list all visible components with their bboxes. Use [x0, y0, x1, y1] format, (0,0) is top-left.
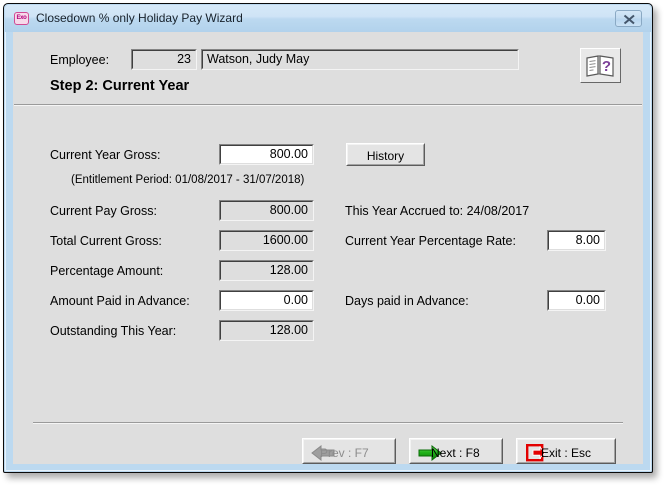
help-book-icon: ? [586, 55, 614, 77]
accrued-to-line: This Year Accrued to: 24/08/2017 [345, 204, 530, 218]
exo-app-icon: Exo [14, 12, 29, 25]
window-titlebar[interactable]: Exo Closedown % only Holiday Pay Wizard [5, 5, 651, 32]
wizard-client-area: Employee: 23 Watson, Judy May ? Step 2: … [13, 32, 643, 464]
current-pay-gross-field[interactable] [219, 200, 314, 221]
next-button[interactable]: Next : F8 [409, 438, 503, 464]
amount-paid-in-advance-label: Amount Paid in Advance: [50, 294, 190, 308]
percentage-amount-label: Percentage Amount: [50, 264, 164, 278]
outstanding-this-year-label: Outstanding This Year: [50, 324, 177, 338]
prev-button[interactable]: Prev : F7 [302, 438, 396, 464]
outstanding-this-year-field[interactable] [219, 320, 314, 341]
prev-button-label: Prev : F7 [320, 446, 369, 460]
next-button-label: Next : F8 [431, 446, 480, 460]
percentage-amount-field[interactable] [219, 260, 314, 281]
percentage-amount-value[interactable] [221, 262, 308, 279]
employee-code-value[interactable] [133, 51, 191, 68]
current-year-gross-value[interactable] [221, 146, 308, 163]
days-paid-in-advance-field[interactable] [547, 290, 606, 311]
current-pay-gross-label: Current Pay Gross: [50, 204, 157, 218]
svg-text:?: ? [602, 58, 611, 75]
current-year-percentage-rate-label: Current Year Percentage Rate: [345, 234, 516, 248]
amount-paid-in-advance-field[interactable] [219, 290, 314, 311]
close-icon [623, 14, 635, 25]
employee-name-field[interactable] [201, 49, 519, 70]
wizard-window: Exo Closedown % only Holiday Pay Wizard … [3, 3, 653, 473]
exit-button[interactable]: Exit : Esc [516, 438, 616, 464]
entitlement-period-note: (Entitlement Period: 01/08/2017 - 31/07/… [71, 174, 305, 186]
window-title: Closedown % only Holiday Pay Wizard [36, 11, 243, 25]
days-paid-in-advance-label: Days paid in Advance: [345, 294, 469, 308]
close-button[interactable] [615, 10, 642, 27]
total-current-gross-value[interactable] [221, 232, 308, 249]
current-year-gross-field[interactable] [219, 144, 314, 165]
current-year-percentage-rate-field[interactable] [547, 230, 606, 251]
exo-app-icon-text: Exo [16, 15, 27, 21]
employee-label: Employee: [50, 53, 110, 67]
exit-button-label: Exit : Esc [541, 446, 592, 460]
employee-code-field[interactable] [131, 49, 197, 70]
total-current-gross-field[interactable] [219, 230, 314, 251]
step-heading: Step 2: Current Year [50, 78, 190, 94]
current-year-gross-label: Current Year Gross: [50, 148, 161, 162]
history-button-label: History [366, 149, 405, 163]
days-paid-in-advance-value[interactable] [549, 292, 600, 309]
footer-separator [33, 422, 623, 424]
header-separator [14, 104, 642, 106]
help-button[interactable]: ? [580, 48, 621, 83]
amount-paid-in-advance-value[interactable] [221, 292, 308, 309]
current-year-percentage-rate-value[interactable] [549, 232, 600, 249]
outstanding-this-year-value[interactable] [221, 322, 308, 339]
current-pay-gross-value[interactable] [221, 202, 308, 219]
total-current-gross-label: Total Current Gross: [50, 234, 162, 248]
history-button[interactable]: History [346, 143, 425, 166]
employee-name-value[interactable] [207, 51, 515, 68]
